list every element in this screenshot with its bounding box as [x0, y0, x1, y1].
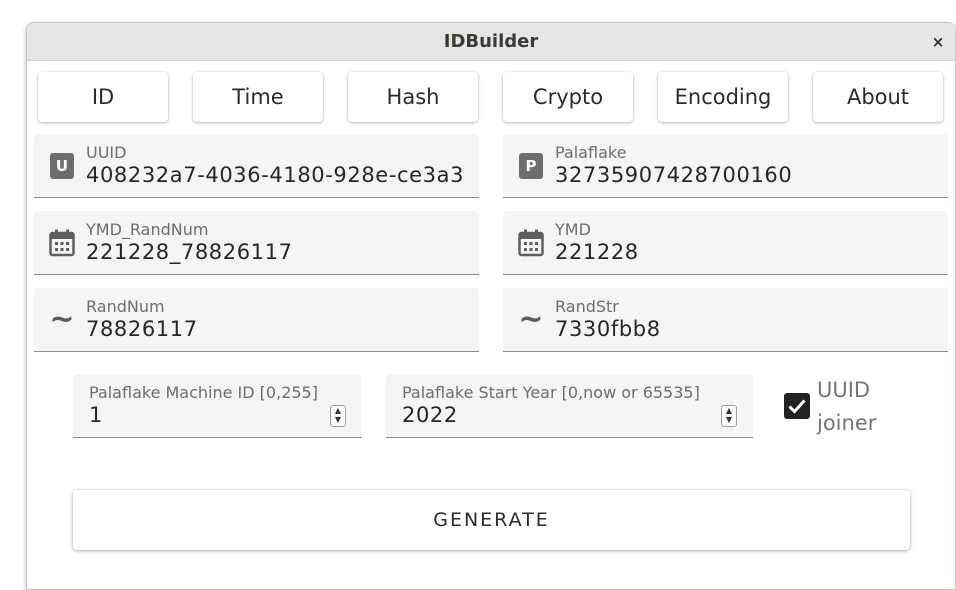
start-year-field[interactable]: Palaflake Start Year [0,now or 65535] 20…: [386, 374, 753, 438]
randstr-value[interactable]: 7330fbb8: [555, 317, 933, 341]
checkmark-icon: [788, 399, 806, 414]
uuid-joiner-label[interactable]: UUID joiner: [817, 374, 897, 440]
title-bar[interactable]: IDBuilder ×: [27, 23, 955, 61]
ymd-field[interactable]: YMD 221228: [503, 211, 948, 275]
uuid-value[interactable]: 408232a7-4036-4180-928e-ce3a3: [86, 163, 464, 187]
uuid-field[interactable]: U UUID 408232a7-4036-4180-928e-ce3a3: [34, 134, 479, 198]
calendar-icon: [48, 229, 76, 257]
randstr-field[interactable]: ~ RandStr 7330fbb8: [503, 288, 948, 352]
randnum-label: RandNum: [86, 297, 165, 316]
tab-encoding[interactable]: Encoding: [658, 72, 788, 122]
start-year-label: Palaflake Start Year [0,now or 65535]: [402, 383, 700, 402]
close-icon[interactable]: ×: [927, 32, 949, 52]
tilde-icon: ~: [518, 302, 544, 337]
ymd-randnum-field[interactable]: YMD_RandNum 221228_78826117: [34, 211, 479, 275]
machine-id-stepper[interactable]: ▲ ▼: [330, 405, 346, 427]
randstr-label: RandStr: [555, 297, 619, 316]
tab-id[interactable]: ID: [38, 72, 168, 122]
calendar-icon: [517, 229, 545, 257]
tab-time[interactable]: Time: [193, 72, 323, 122]
machine-id-input[interactable]: 1: [89, 403, 103, 427]
palaflake-label: Palaflake: [555, 143, 627, 162]
palaflake-field[interactable]: P Palaflake 32735907428700160: [503, 134, 948, 198]
tab-hash[interactable]: Hash: [348, 72, 478, 122]
uuid-joiner-checkbox[interactable]: [784, 393, 810, 419]
start-year-stepper[interactable]: ▲ ▼: [721, 405, 737, 427]
randnum-field[interactable]: ~ RandNum 78826117: [34, 288, 479, 352]
machine-id-field[interactable]: Palaflake Machine ID [0,255] 1 ▲ ▼: [73, 374, 362, 438]
tab-crypto[interactable]: Crypto: [503, 72, 633, 122]
machine-id-label: Palaflake Machine ID [0,255]: [89, 383, 318, 402]
palaflake-value[interactable]: 32735907428700160: [555, 163, 933, 187]
window-title: IDBuilder: [443, 31, 539, 52]
randnum-value[interactable]: 78826117: [86, 317, 464, 341]
palaflake-badge-icon: P: [517, 152, 545, 180]
tilde-icon: ~: [49, 302, 75, 337]
ymd-label: YMD: [555, 220, 591, 239]
ymd-randnum-value[interactable]: 221228_78826117: [86, 240, 464, 264]
tab-about[interactable]: About: [813, 72, 943, 122]
uuid-badge-icon: U: [48, 152, 76, 180]
ymd-randnum-label: YMD_RandNum: [86, 220, 209, 239]
uuid-label: UUID: [86, 143, 127, 162]
ymd-value[interactable]: 221228: [555, 240, 933, 264]
start-year-input[interactable]: 2022: [402, 403, 458, 427]
generate-button[interactable]: GENERATE: [73, 490, 910, 550]
